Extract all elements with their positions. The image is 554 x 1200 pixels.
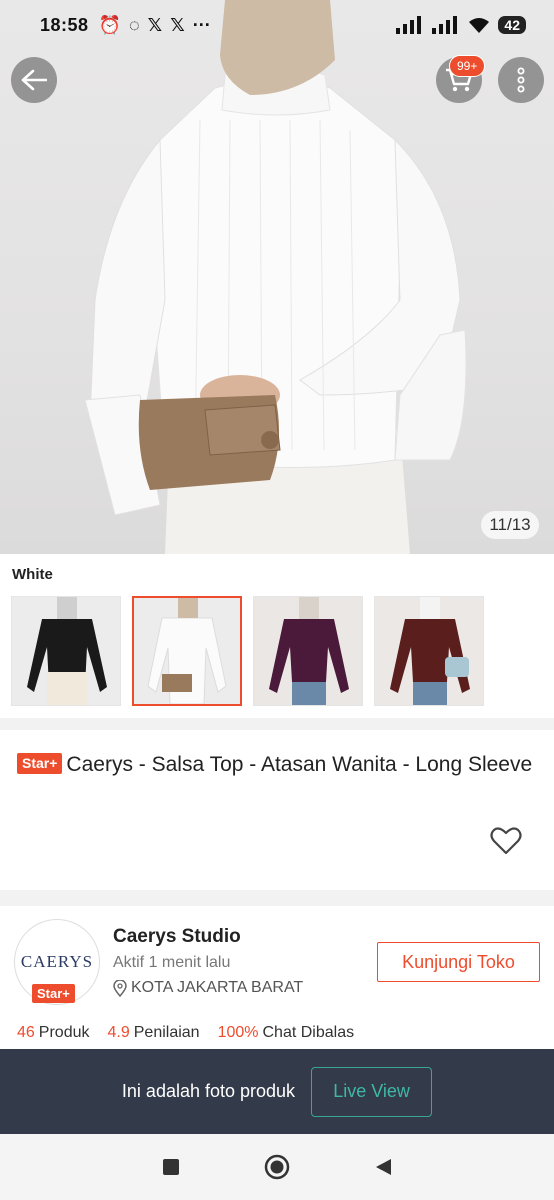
selected-variant-label: White [12, 566, 53, 583]
visit-shop-button[interactable]: Kunjungi Toko [377, 942, 540, 982]
home-button[interactable] [263, 1153, 291, 1181]
x-icon: 𝕏 [170, 14, 185, 35]
signal-icon [396, 16, 422, 34]
recents-button[interactable] [161, 1157, 181, 1177]
image-counter: 11/13 [481, 511, 539, 539]
variant-thumbnail [134, 598, 240, 704]
arrow-left-icon [21, 69, 47, 91]
variant-list [11, 596, 484, 706]
heart-icon [490, 827, 522, 855]
variant-maroon[interactable] [374, 596, 484, 706]
x-icon: 𝕏 [147, 14, 163, 35]
location-pin-icon [113, 979, 127, 997]
stat-products[interactable]: 46 Produk [17, 1024, 90, 1042]
variant-thumbnail [254, 597, 362, 705]
signal-icon [432, 16, 458, 34]
more-dots-icon: ··· [192, 14, 211, 35]
section-divider [0, 718, 554, 730]
section-divider [0, 890, 554, 906]
back-button[interactable] [11, 57, 57, 103]
variant-white[interactable] [132, 596, 242, 706]
shop-location-text: KOTA JAKARTA BARAT [131, 979, 304, 996]
shop-stats: 46 Produk 4.9 Penilaian 100% Chat Dibalas [17, 1024, 354, 1042]
shop-active-status: Aktif 1 menit lalu [113, 954, 231, 971]
product-title: Caerys - Salsa Top - Atasan Wanita - Lon… [66, 753, 533, 776]
system-navigation-bar [0, 1134, 554, 1200]
alarm-icon: ⏰ [98, 14, 121, 35]
cart-count-badge: 99+ [449, 55, 486, 77]
battery-indicator: 42 [498, 16, 526, 34]
notification-icons: ⏰ ◌ 𝕏 𝕏 ··· [99, 15, 211, 36]
favorite-button[interactable] [490, 826, 522, 861]
variant-thumbnail [375, 597, 483, 705]
product-title-block: Star+ Caerys - Salsa Top - Atasan Wanita … [17, 751, 537, 779]
more-vertical-icon [517, 67, 525, 93]
status-time: 18:58 [40, 14, 89, 35]
stat-rating[interactable]: 4.9 Penilaian [108, 1024, 200, 1042]
live-view-banner: Ini adalah foto produk Live View [0, 1049, 554, 1134]
shop-star-badge: Star+ [32, 984, 75, 1003]
shop-name[interactable]: Caerys Studio [113, 926, 241, 948]
shop-location: KOTA JAKARTA BARAT [113, 979, 303, 997]
system-icons: 42 [396, 16, 526, 34]
more-options-button[interactable] [498, 57, 544, 103]
shop-logo-text: CAERYS [20, 952, 94, 971]
status-bar: 18:58 ⏰ ◌ 𝕏 𝕏 ··· 42 [0, 0, 554, 50]
variant-plum[interactable] [253, 596, 363, 706]
product-image-gallery[interactable]: 18:58 ⏰ ◌ 𝕏 𝕏 ··· 42 99+ 11/13 [0, 0, 554, 554]
live-view-button[interactable]: Live View [311, 1066, 433, 1117]
variant-black[interactable] [11, 596, 121, 706]
wifi-icon [469, 18, 490, 33]
whatsapp-icon: ◌ [128, 14, 140, 35]
back-nav-button[interactable] [373, 1157, 393, 1177]
stat-chat-response: 100% Chat Dibalas [217, 1024, 355, 1041]
variant-thumbnail [12, 597, 120, 705]
star-plus-badge: Star+ [17, 753, 63, 774]
banner-text: Ini adalah foto produk [121, 1081, 296, 1101]
